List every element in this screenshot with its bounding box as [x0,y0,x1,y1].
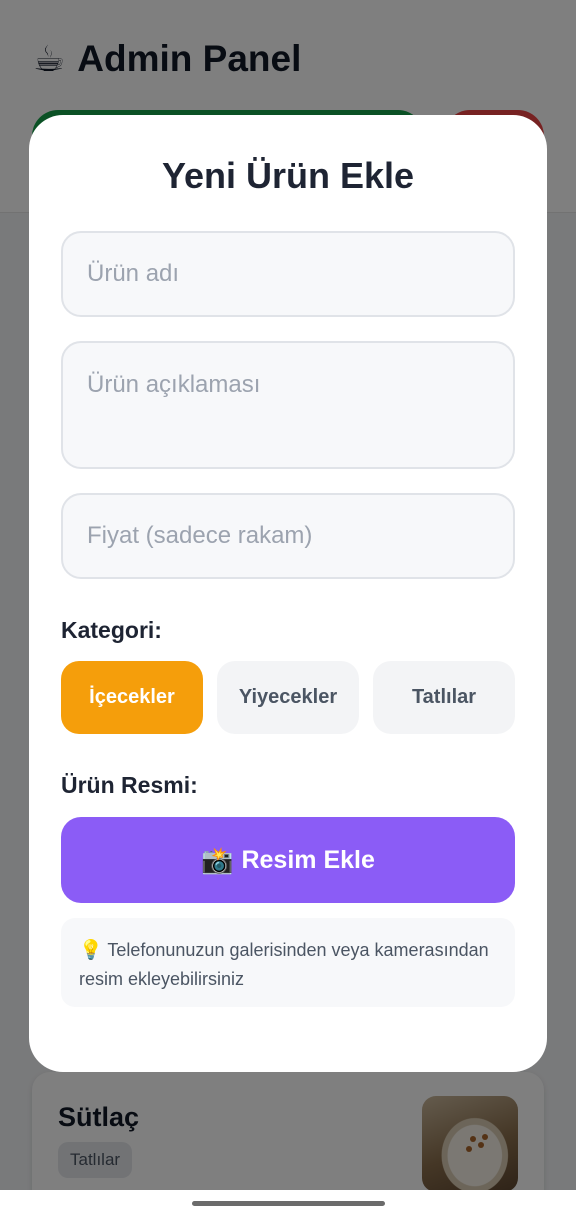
product-price-field-wrapper [61,493,515,579]
product-name-field-wrapper [61,231,515,317]
home-indicator[interactable] [192,1201,385,1206]
image-hint-text: Telefonunuzun galerisinden veya kamerası… [79,940,489,989]
category-button-drinks[interactable]: İçecekler [61,661,203,734]
category-label: Kategori: [61,617,162,643]
category-button-food[interactable]: Yiyecekler [217,661,359,734]
product-price-input[interactable] [63,495,513,577]
add-image-button-label: Resim Ekle [241,845,375,874]
product-description-input[interactable] [63,343,513,467]
product-name-input[interactable] [63,233,513,315]
product-image-label: Ürün Resmi: [61,772,198,798]
add-image-button[interactable]: 📸 Resim Ekle [61,817,515,903]
lightbulb-icon: 💡 [79,940,103,961]
category-button-desserts[interactable]: Tatlılar [373,661,515,734]
modal-title: Yeni Ürün Ekle [161,155,415,196]
product-description-field-wrapper [61,341,515,469]
camera-flash-icon: 📸 [201,845,234,875]
add-product-modal: Yeni Ürün Ekle Kategori: İçecekler Yiyec… [29,115,547,1072]
image-hint-box: 💡 Telefonunuzun galerisinden veya kamera… [61,918,515,1007]
